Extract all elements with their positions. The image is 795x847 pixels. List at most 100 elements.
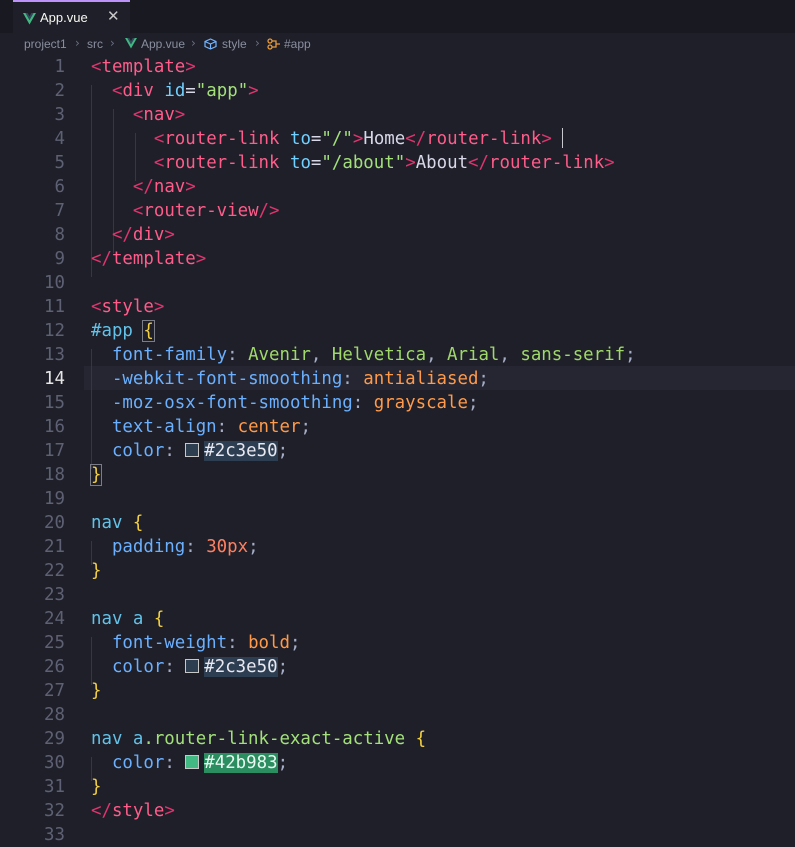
code-line[interactable]: 10 — [0, 271, 795, 295]
code-line[interactable]: 12 #app { — [0, 319, 795, 343]
code-line[interactable]: 17 color: #2c3e50; — [0, 439, 795, 463]
code-token: < — [153, 129, 165, 149]
code-line[interactable]: 20 nav { — [0, 511, 795, 535]
code-token: nav — [143, 105, 175, 125]
color-swatch[interactable] — [185, 755, 200, 769]
code-line[interactable]: 28 — [0, 703, 795, 727]
code-line[interactable]: 13 font-family: Avenir, Helvetica, Arial… — [0, 343, 795, 367]
code-line[interactable]: 2 <div id="app"> — [0, 79, 795, 103]
code-line[interactable]: 14 -webkit-font-smoothing: antialiased; — [0, 367, 795, 391]
code-line[interactable]: 19 — [0, 487, 795, 511]
code-line[interactable]: 24 nav a { — [0, 607, 795, 631]
code-token: #42b983 — [204, 753, 278, 773]
code-line[interactable]: 9 </template> — [0, 247, 795, 271]
chevron-right-icon: › — [255, 36, 260, 50]
close-icon[interactable]: ✕ — [107, 7, 120, 25]
code-line[interactable]: 27} — [0, 679, 795, 703]
code-token: text-align — [111, 417, 217, 437]
code-token: > — [174, 105, 186, 125]
code-token: router-link — [489, 153, 605, 173]
breadcrumb-project1[interactable]: project1 — [24, 37, 67, 51]
code-text: <style> — [91, 295, 164, 319]
line-number: 24 — [44, 609, 65, 629]
code-token: to — [289, 129, 311, 149]
code-token: style — [111, 801, 165, 821]
code-token: , — [426, 345, 448, 365]
code-token: > — [405, 153, 416, 173]
code-token: > — [248, 81, 259, 101]
code-line[interactable]: 8 </div> — [0, 223, 795, 247]
code-line[interactable]: 1 <template> — [0, 55, 795, 79]
code-text: color: #2c3e50; — [91, 439, 288, 463]
code-line[interactable]: 11 <style> — [0, 295, 795, 319]
code-text: </style> — [91, 799, 175, 823]
breadcrumb-style[interactable]: style — [222, 37, 247, 51]
line-number: 26 — [44, 657, 65, 677]
code-line[interactable]: 32 </style> — [0, 799, 795, 823]
code-text: nav a { — [91, 607, 164, 631]
code-token: " — [394, 153, 406, 173]
code-token: : — [164, 753, 186, 773]
code-line[interactable]: 25 font-weight: bold; — [0, 631, 795, 655]
line-number: 6 — [54, 177, 65, 197]
code-token: template — [101, 57, 186, 77]
code-line[interactable]: 6 </nav> — [0, 175, 795, 199]
code-token: center — [237, 417, 301, 437]
code-token: id — [164, 81, 186, 101]
code-line[interactable]: 15 -moz-osx-font-smoothing: grayscale; — [0, 391, 795, 415]
code-token: " — [321, 129, 332, 149]
code-line[interactable]: 7 <router-view/> — [0, 199, 795, 223]
code-token: , — [499, 345, 521, 365]
code-token: antialiased — [363, 369, 479, 389]
code-token: { — [132, 513, 144, 533]
color-swatch[interactable] — [185, 659, 200, 673]
chevron-right-icon: › — [75, 36, 80, 50]
code-token: ; — [300, 417, 311, 437]
code-line[interactable]: 18} — [0, 463, 795, 487]
breadcrumb-src[interactable]: src — [87, 37, 103, 51]
code-line[interactable]: 3 <nav> — [0, 103, 795, 127]
code-line[interactable]: 33 — [0, 823, 795, 847]
code-token: </ — [132, 177, 154, 197]
code-token: > — [352, 129, 364, 149]
code-line[interactable]: 23 — [0, 583, 795, 607]
code-token: #2c3e50 — [204, 441, 278, 461]
code-line[interactable]: 31} — [0, 775, 795, 799]
code-text: <template> — [91, 55, 196, 79]
code-line[interactable]: 16 text-align: center; — [0, 415, 795, 439]
tab-app-vue[interactable]: App.vue ✕ — [13, 0, 130, 33]
code-token: template — [111, 249, 196, 269]
line-number: 17 — [44, 441, 65, 461]
code-token: ; — [277, 753, 289, 773]
code-token: About — [415, 153, 469, 173]
code-token: = — [185, 81, 196, 101]
code-token: : — [164, 441, 186, 461]
code-token: { — [415, 729, 427, 749]
color-swatch[interactable] — [185, 443, 200, 457]
line-number: 7 — [54, 201, 65, 221]
code-text: </div> — [91, 223, 175, 247]
code-line[interactable]: 4 <router-link to="/">Home</router-link> — [0, 127, 795, 151]
code-token: router-link — [426, 129, 542, 149]
code-line[interactable]: 30 color: #42b983; — [0, 751, 795, 775]
code-line[interactable]: 5 <router-link to="/about">About</router… — [0, 151, 795, 175]
code-token: < — [153, 153, 165, 173]
code-token: ; — [277, 657, 289, 677]
code-token: < — [91, 297, 102, 317]
breadcrumb-app-selector[interactable]: #app — [284, 37, 311, 51]
code-line[interactable]: 26 color: #2c3e50; — [0, 655, 795, 679]
code-token: : — [342, 369, 364, 389]
code-line[interactable]: 29 nav a.router-link-exact-active { — [0, 727, 795, 751]
breadcrumb-app-vue[interactable]: App.vue — [141, 37, 185, 51]
code-editor[interactable]: 1 <template> 2 <div id="app"> 3 <nav> 4 <rou… — [0, 55, 795, 845]
code-line[interactable]: 21 padding: 30px; — [0, 535, 795, 559]
line-number: 22 — [44, 561, 65, 581]
code-line[interactable]: 22} — [0, 559, 795, 583]
code-text: <nav> — [91, 103, 185, 127]
